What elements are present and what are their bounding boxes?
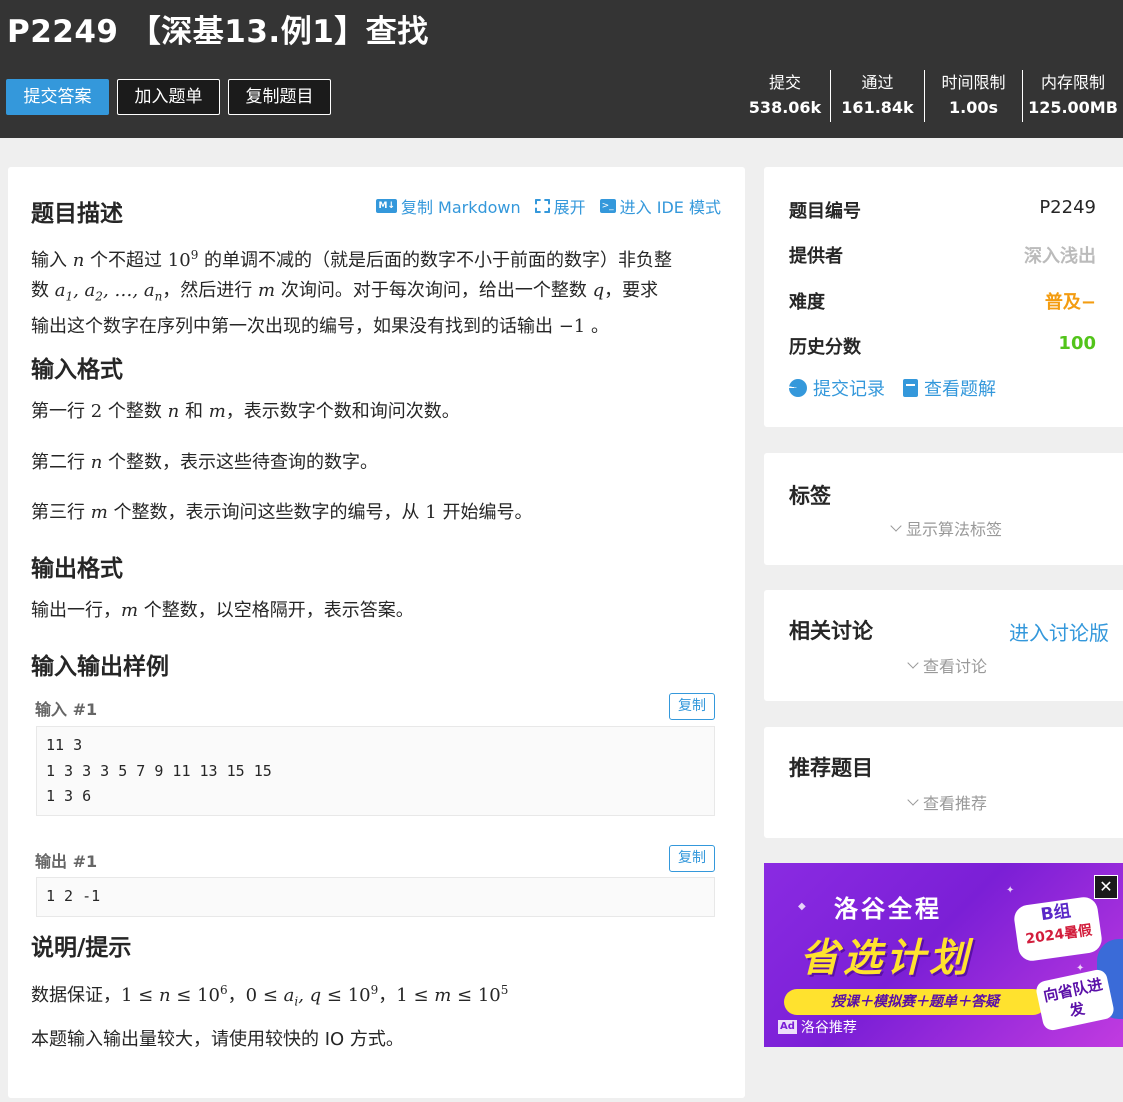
view-discussion-toggle[interactable]: 查看讨论: [907, 653, 988, 677]
problem-info-card: 题目编号 P2249 提供者 深入浅出 难度 普及− 历史分数 100 提交记录…: [764, 167, 1123, 427]
ad-icon: Ad: [778, 1020, 797, 1034]
show-tags-toggle[interactable]: 显示算法标签: [890, 516, 1003, 540]
ide-mode-label: 进入 IDE 模式: [619, 198, 721, 217]
info-row-difficulty: 难度 普及−: [789, 288, 1096, 314]
terminal-icon: >_: [599, 199, 616, 213]
markdown-icon: M↓: [376, 199, 397, 213]
copy-input-button[interactable]: 复制: [669, 693, 715, 720]
output-format-heading: 输出格式: [31, 556, 123, 582]
copy-markdown-label: 复制 Markdown: [400, 198, 521, 217]
provider-value[interactable]: 深入浅出: [1024, 242, 1096, 268]
ide-mode-link[interactable]: >_ 进入 IDE 模式: [599, 194, 721, 218]
ad-corner-text: 向省队进发: [1034, 968, 1116, 1032]
info-links: 提交记录 查看题解: [789, 375, 996, 401]
info-key: 难度: [789, 292, 825, 313]
stat-label: 内存限制: [1040, 73, 1105, 92]
stat-memory-limit: 内存限制 125.00MB: [1022, 70, 1123, 122]
ad-brand: 洛谷全程: [834, 895, 942, 923]
recommend-title: 推荐题目: [789, 756, 873, 780]
chevron-down-icon: [907, 793, 919, 806]
view-solutions-link[interactable]: 查看题解: [903, 375, 996, 401]
copy-output-button[interactable]: 复制: [669, 845, 715, 872]
ad-badge: B组 2024暑假: [1012, 895, 1104, 963]
ad-banner-text: 授课＋模拟赛＋题单＋答疑: [784, 989, 1046, 1015]
info-key: 历史分数: [789, 337, 861, 358]
close-ad-button[interactable]: ✕: [1094, 875, 1118, 899]
sample-output-label: 输出 #1: [35, 852, 98, 871]
hint-heading: 说明/提示: [31, 935, 132, 961]
submission-records-label: 提交记录: [813, 379, 885, 400]
stat-label: 提交: [768, 73, 801, 92]
info-key: 提供者: [789, 246, 843, 267]
view-recommend-toggle[interactable]: 查看推荐: [907, 790, 988, 814]
submission-records-link[interactable]: 提交记录: [789, 375, 885, 401]
ad-headline: 省选计划: [800, 936, 973, 981]
problem-card: 题目描述 M↓ 复制 Markdown 展开 >_ 进入 IDE 模式 输入 n…: [8, 167, 745, 1098]
problem-tools: M↓ 复制 Markdown 展开 >_ 进入 IDE 模式: [376, 194, 721, 218]
add-to-list-button[interactable]: 加入题单: [117, 79, 220, 115]
stat-value: 125.00MB: [1028, 98, 1118, 117]
sparkle-icon: ✦: [1006, 885, 1015, 896]
expand-label: 展开: [553, 198, 586, 217]
recommend-card: 推荐题目 查看推荐: [764, 727, 1123, 838]
input-format-heading: 输入格式: [31, 357, 123, 383]
ad-tag-label: 洛谷推荐: [800, 1020, 857, 1036]
description-text: 输入 n 个不超过 109 的单调不减的（就是后面的数字不小于前面的数字）非负整…: [31, 248, 673, 337]
stat-value: 161.84k: [841, 98, 914, 117]
problem-stats: 提交 538.06k 通过 161.84k 时间限制 1.00s 内存限制 12…: [740, 70, 1123, 122]
sparkle-icon: ◆: [798, 901, 806, 912]
hint-constraints: 数据保证，1 ≤ n ≤ 106，0 ≤ ai, q ≤ 109，1 ≤ m ≤…: [31, 983, 509, 1009]
sample-output-code: 1 2 -1: [36, 877, 715, 917]
view-recommend-label: 查看推荐: [923, 794, 988, 813]
expand-icon: [534, 199, 550, 213]
enter-discussion-link[interactable]: 进入讨论版: [1009, 617, 1109, 646]
input-format-line-1: 第一行 2 个整数 n 和 m，表示数字个数和询问次数。: [31, 401, 460, 422]
pie-chart-icon: [789, 379, 807, 397]
info-row-provider: 提供者 深入浅出: [789, 242, 1096, 268]
score-value: 100: [1058, 333, 1096, 354]
stat-label: 通过: [861, 73, 894, 92]
chevron-down-icon: [890, 519, 902, 532]
discussion-card: 相关讨论 进入讨论版 查看讨论: [764, 590, 1123, 701]
header-actions: 提交答案 加入题单 复制题目: [6, 79, 331, 115]
expand-link[interactable]: 展开: [534, 194, 586, 218]
discussion-title: 相关讨论: [789, 619, 873, 643]
problem-header: P2249 【深基13.例1】查找 提交答案 加入题单 复制题目 提交 538.…: [0, 0, 1123, 138]
book-icon: [903, 379, 918, 397]
stat-submissions: 提交 538.06k: [740, 70, 830, 122]
show-tags-label: 显示算法标签: [906, 520, 1003, 539]
copy-problem-button[interactable]: 复制题目: [228, 79, 331, 115]
stat-label: 时间限制: [941, 73, 1006, 92]
chevron-down-icon: [907, 656, 919, 669]
input-format-line-3: 第三行 m 个整数，表示询问这些数字的编号，从 1 开始编号。: [31, 502, 533, 523]
info-row-id: 题目编号 P2249: [789, 197, 1096, 223]
info-row-score: 历史分数 100: [789, 333, 1096, 359]
tags-title: 标签: [789, 484, 831, 508]
ad-tag: Ad 洛谷推荐: [778, 1017, 857, 1037]
sample-input-code: 11 3 1 3 3 3 5 7 9 11 13 15 15 1 3 6: [36, 726, 715, 816]
tags-card: 标签 显示算法标签: [764, 453, 1123, 565]
stat-value: 1.00s: [949, 98, 998, 117]
page-title: P2249 【深基13.例1】查找: [7, 14, 429, 50]
samples-heading: 输入输出样例: [31, 654, 169, 680]
difficulty-value: 普及−: [1044, 292, 1096, 313]
input-format-line-2: 第二行 n 个整数，表示这些待查询的数字。: [31, 452, 379, 473]
stat-time-limit: 时间限制 1.00s: [924, 70, 1022, 122]
stat-value: 538.06k: [748, 98, 822, 117]
submit-answer-button[interactable]: 提交答案: [6, 79, 109, 115]
stat-accepted: 通过 161.84k: [830, 70, 924, 122]
sample-input-label: 输入 #1: [35, 700, 98, 719]
view-discussion-label: 查看讨论: [923, 657, 988, 676]
ad-banner[interactable]: ◆ ✦ ✦ 洛谷全程 省选计划 B组 2024暑假 授课＋模拟赛＋题单＋答疑 向…: [764, 863, 1123, 1047]
problem-id-value: P2249: [1039, 197, 1096, 218]
hint-io-note: 本题输入输出量较大，请使用较快的 IO 方式。: [31, 1029, 404, 1050]
output-format-line: 输出一行，m 个整数，以空格隔开，表示答案。: [31, 600, 414, 621]
description-heading: 题目描述: [31, 201, 123, 227]
view-solutions-label: 查看题解: [924, 379, 996, 400]
info-key: 题目编号: [789, 201, 861, 222]
copy-markdown-link[interactable]: M↓ 复制 Markdown: [376, 194, 521, 218]
